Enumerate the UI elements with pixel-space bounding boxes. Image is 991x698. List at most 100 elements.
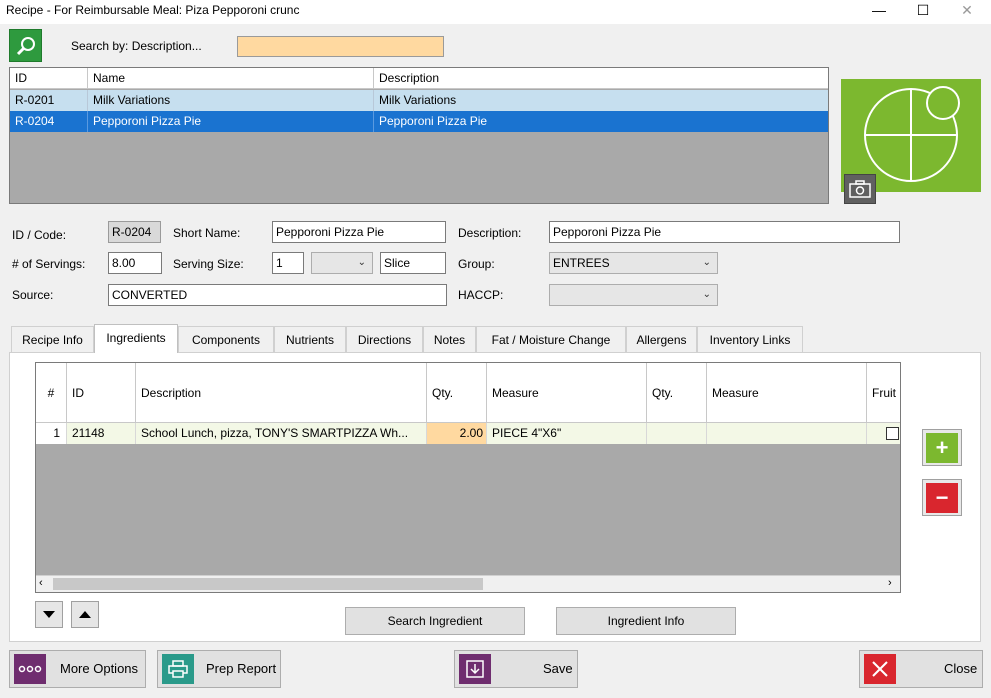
move-up-button[interactable] (71, 601, 99, 628)
tab-nutrients[interactable]: Nutrients (274, 326, 346, 352)
col-header-name[interactable]: Name (88, 68, 374, 89)
servings-field[interactable]: 8.00 (108, 252, 162, 274)
scrollbar-thumb[interactable] (53, 578, 483, 590)
remove-ingredient-button[interactable]: − (922, 479, 962, 516)
title-bar: Recipe - For Reimbursable Meal: Piza Pep… (0, 0, 991, 24)
search-label: Search by: Description... (71, 39, 202, 53)
minus-icon: − (926, 482, 958, 513)
table-row-selected[interactable]: R-0204 Pepporoni Pizza Pie Pepporoni Piz… (10, 111, 828, 132)
ingredient-grid[interactable]: # ID Description Qty. Measure Qty. Measu… (35, 362, 901, 593)
source-label: Source: (12, 288, 54, 302)
search-ingredient-button[interactable]: Search Ingredient (345, 607, 525, 635)
triangle-down-icon (43, 610, 55, 618)
col-header-qty-2[interactable]: Qty. (647, 363, 707, 423)
cell-description: Pepporoni Pizza Pie (379, 114, 488, 128)
tab-notes[interactable]: Notes (423, 326, 476, 352)
cell-id: R-0204 (10, 111, 88, 132)
ingredient-info-button[interactable]: Ingredient Info (556, 607, 736, 635)
tab-fat-moisture-change[interactable]: Fat / Moisture Change (476, 326, 626, 352)
tab-allergens[interactable]: Allergens (626, 326, 697, 352)
cell-id: R-0201 (10, 90, 88, 111)
table-row[interactable]: R-0201 Milk Variations Milk Variations (10, 90, 828, 111)
more-options-label: More Options (60, 661, 139, 676)
tab-directions[interactable]: Directions (346, 326, 423, 352)
tab-ingredients[interactable]: Ingredients (94, 324, 178, 353)
servings-label: # of Servings: (12, 257, 86, 271)
haccp-dropdown[interactable]: ⌄ (549, 284, 718, 306)
move-down-button[interactable] (35, 601, 63, 628)
search-button[interactable] (9, 29, 42, 62)
col-header-description[interactable]: Description (136, 363, 427, 423)
ingredient-grid-header: # ID Description Qty. Measure Qty. Measu… (36, 363, 900, 423)
close-button[interactable]: Close (859, 650, 983, 688)
serving-unit-dropdown[interactable]: ⌄ (311, 252, 373, 274)
more-options-button[interactable]: More Options (9, 650, 146, 688)
col-header-id[interactable]: ID (67, 363, 136, 423)
save-button[interactable]: Save (454, 650, 578, 688)
close-window-button[interactable]: ✕ (944, 0, 990, 20)
id-code-label: ID / Code: (12, 228, 67, 242)
id-code-field: R-0204 (108, 221, 161, 243)
short-name-field[interactable]: Pepporoni Pizza Pie (272, 221, 446, 243)
cell-number: 1 (36, 423, 67, 444)
close-x-icon (864, 654, 896, 684)
table-row[interactable]: 1 21148 School Lunch, pizza, TONY'S SMAR… (36, 423, 900, 444)
magnifier-icon (16, 36, 35, 55)
col-header-fruit[interactable]: Fruit (867, 363, 900, 423)
tab-inventory-links[interactable]: Inventory Links (697, 326, 803, 352)
search-input[interactable] (237, 36, 444, 57)
col-header-measure[interactable]: Measure (487, 363, 647, 423)
source-field[interactable]: CONVERTED (108, 284, 447, 306)
minimize-button[interactable]: — (856, 0, 902, 20)
scroll-right-icon[interactable]: › (888, 577, 892, 589)
chevron-down-icon: ⌄ (357, 257, 366, 268)
short-name-label: Short Name: (173, 226, 241, 240)
close-label: Close (944, 661, 978, 676)
group-dropdown[interactable]: ENTREES ⌄ (549, 252, 718, 274)
cell-qty[interactable]: 2.00 (427, 423, 487, 444)
camera-button[interactable] (844, 174, 876, 204)
printer-icon (162, 654, 194, 684)
add-ingredient-button[interactable]: + (922, 429, 962, 466)
chevron-down-icon: ⌄ (702, 257, 711, 268)
group-label: Group: (458, 257, 495, 271)
scroll-left-icon[interactable]: ‹ (39, 577, 43, 589)
save-label: Save (543, 661, 573, 676)
prep-report-label: Prep Report (206, 661, 277, 676)
cell-measure-2[interactable] (707, 423, 867, 444)
cell-name: Milk Variations (88, 90, 374, 111)
haccp-label: HACCP: (458, 288, 504, 302)
cell-measure[interactable]: PIECE 4"X6" (487, 423, 647, 444)
description-field[interactable]: Pepporoni Pizza Pie (549, 221, 900, 243)
col-header-measure-2[interactable]: Measure (707, 363, 867, 423)
chevron-down-icon: ⌄ (702, 289, 711, 300)
tab-recipe-info[interactable]: Recipe Info (11, 326, 94, 352)
ellipsis-icon (14, 654, 46, 684)
tab-components[interactable]: Components (178, 326, 274, 352)
cell-name: Pepporoni Pizza Pie (88, 111, 374, 132)
save-icon (459, 654, 491, 684)
window-title: Recipe - For Reimbursable Meal: Piza Pep… (6, 3, 300, 17)
fruit-checkbox[interactable] (886, 427, 899, 440)
recipe-grid-header: ID Name Description (10, 68, 828, 89)
camera-icon (849, 180, 871, 198)
cell-description: Milk Variations (379, 93, 457, 107)
recipe-grid[interactable]: ID Name Description R-0201 Milk Variatio… (9, 67, 829, 204)
maximize-button[interactable]: ☐ (900, 0, 946, 20)
cell-qty-2[interactable] (647, 423, 707, 444)
col-header-number[interactable]: # (36, 363, 67, 423)
serving-size-label: Serving Size: (173, 257, 244, 271)
group-value: ENTREES (553, 256, 610, 270)
cell-id: 21148 (67, 423, 136, 444)
plus-icon: + (926, 432, 958, 463)
cell-fruit[interactable] (867, 423, 900, 444)
col-header-description[interactable]: Description (374, 68, 828, 89)
serving-unit-text-field[interactable]: Slice (380, 252, 446, 274)
prep-report-button[interactable]: Prep Report (157, 650, 281, 688)
cell-description: School Lunch, pizza, TONY'S SMARTPIZZA W… (136, 423, 427, 444)
description-label: Description: (458, 226, 522, 240)
horizontal-scrollbar[interactable]: ‹ › (36, 575, 900, 592)
col-header-id[interactable]: ID (10, 68, 88, 89)
col-header-qty[interactable]: Qty. (427, 363, 487, 423)
serving-size-field[interactable]: 1 (272, 252, 304, 274)
